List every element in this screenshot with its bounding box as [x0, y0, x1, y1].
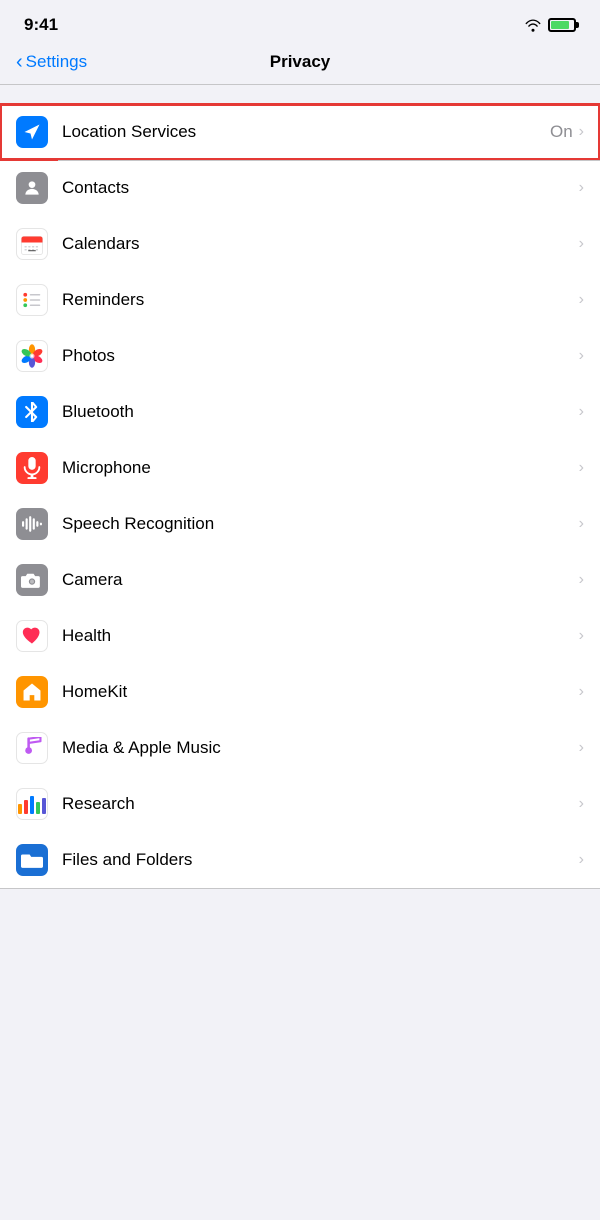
settings-row-homekit[interactable]: HomeKit ›: [0, 664, 600, 720]
homekit-chevron: ›: [579, 683, 584, 701]
homekit-label: HomeKit: [62, 682, 579, 702]
calendar-icon: —: [20, 232, 44, 256]
photos-pinwheel-icon: [19, 343, 45, 369]
speech-recognition-icon: [16, 508, 48, 540]
bluetooth-label: Bluetooth: [62, 402, 579, 422]
content: Location Services On › Contacts ›: [0, 85, 600, 889]
heart-icon: [21, 626, 43, 646]
microphone-chevron: ›: [579, 459, 584, 477]
bluetooth-symbol-icon: [23, 402, 41, 422]
battery-icon: [548, 18, 576, 32]
status-icons: [524, 18, 576, 32]
section-gap: [0, 85, 600, 103]
settings-row-photos[interactable]: Photos ›: [0, 328, 600, 384]
calendars-icon: —: [16, 228, 48, 260]
back-label: Settings: [26, 52, 87, 72]
settings-row-calendars[interactable]: — Calendars ›: [0, 216, 600, 272]
bluetooth-chevron: ›: [579, 403, 584, 421]
back-button[interactable]: ‹ Settings: [16, 52, 87, 72]
calendars-chevron: ›: [579, 235, 584, 253]
location-services-icon: [16, 116, 48, 148]
status-bar: 9:41: [0, 0, 600, 44]
research-bars: [18, 794, 46, 814]
files-and-folders-icon: [16, 844, 48, 876]
media-apple-music-icon: [16, 732, 48, 764]
page-title: Privacy: [270, 52, 331, 72]
photos-chevron: ›: [579, 347, 584, 365]
waveform-icon: [20, 514, 44, 534]
health-icon: [16, 620, 48, 652]
microphone-symbol-icon: [23, 457, 41, 479]
files-and-folders-chevron: ›: [579, 851, 584, 869]
contacts-icon: [16, 172, 48, 204]
calendars-label: Calendars: [62, 234, 579, 254]
settings-row-media-apple-music[interactable]: Media & Apple Music ›: [0, 720, 600, 776]
back-chevron-icon: ‹: [16, 52, 23, 72]
research-icon: [16, 788, 48, 820]
settings-row-speech-recognition[interactable]: Speech Recognition ›: [0, 496, 600, 552]
camera-symbol-icon: [21, 571, 43, 589]
microphone-label: Microphone: [62, 458, 579, 478]
music-note-icon: [22, 737, 42, 759]
media-apple-music-chevron: ›: [579, 739, 584, 757]
reminders-icon: [16, 284, 48, 316]
settings-row-files-and-folders[interactable]: Files and Folders ›: [0, 832, 600, 888]
speech-recognition-label: Speech Recognition: [62, 514, 579, 534]
reminders-list-icon: [20, 288, 44, 312]
person-icon: [22, 178, 42, 198]
wifi-icon: [524, 18, 542, 32]
camera-icon: [16, 564, 48, 596]
location-services-value: On: [550, 122, 573, 142]
settings-group: Location Services On › Contacts ›: [0, 103, 600, 889]
battery-fill: [551, 21, 569, 29]
settings-row-location-services[interactable]: Location Services On ›: [0, 104, 600, 160]
files-and-folders-label: Files and Folders: [62, 850, 579, 870]
camera-label: Camera: [62, 570, 579, 590]
nav-bar: ‹ Settings Privacy: [0, 44, 600, 84]
settings-row-contacts[interactable]: Contacts ›: [0, 160, 600, 216]
bluetooth-icon: [16, 396, 48, 428]
research-chevron: ›: [579, 795, 584, 813]
home-symbol-icon: [22, 682, 42, 702]
folder-icon: [21, 851, 43, 869]
settings-row-reminders[interactable]: Reminders ›: [0, 272, 600, 328]
contacts-chevron: ›: [579, 179, 584, 197]
reminders-label: Reminders: [62, 290, 579, 310]
settings-row-microphone[interactable]: Microphone ›: [0, 440, 600, 496]
speech-recognition-chevron: ›: [579, 515, 584, 533]
microphone-icon: [16, 452, 48, 484]
media-apple-music-label: Media & Apple Music: [62, 738, 579, 758]
health-label: Health: [62, 626, 579, 646]
camera-chevron: ›: [579, 571, 584, 589]
health-chevron: ›: [579, 627, 584, 645]
homekit-icon: [16, 676, 48, 708]
research-label: Research: [62, 794, 579, 814]
status-time: 9:41: [24, 15, 58, 35]
location-services-label: Location Services: [62, 122, 550, 142]
photos-label: Photos: [62, 346, 579, 366]
location-services-chevron: ›: [579, 123, 584, 141]
reminders-chevron: ›: [579, 291, 584, 309]
settings-row-health[interactable]: Health ›: [0, 608, 600, 664]
settings-row-camera[interactable]: Camera ›: [0, 552, 600, 608]
location-arrow-icon: [23, 123, 41, 141]
settings-row-bluetooth[interactable]: Bluetooth ›: [0, 384, 600, 440]
photos-icon: [16, 340, 48, 372]
contacts-label: Contacts: [62, 178, 579, 198]
settings-row-research[interactable]: Research ›: [0, 776, 600, 832]
